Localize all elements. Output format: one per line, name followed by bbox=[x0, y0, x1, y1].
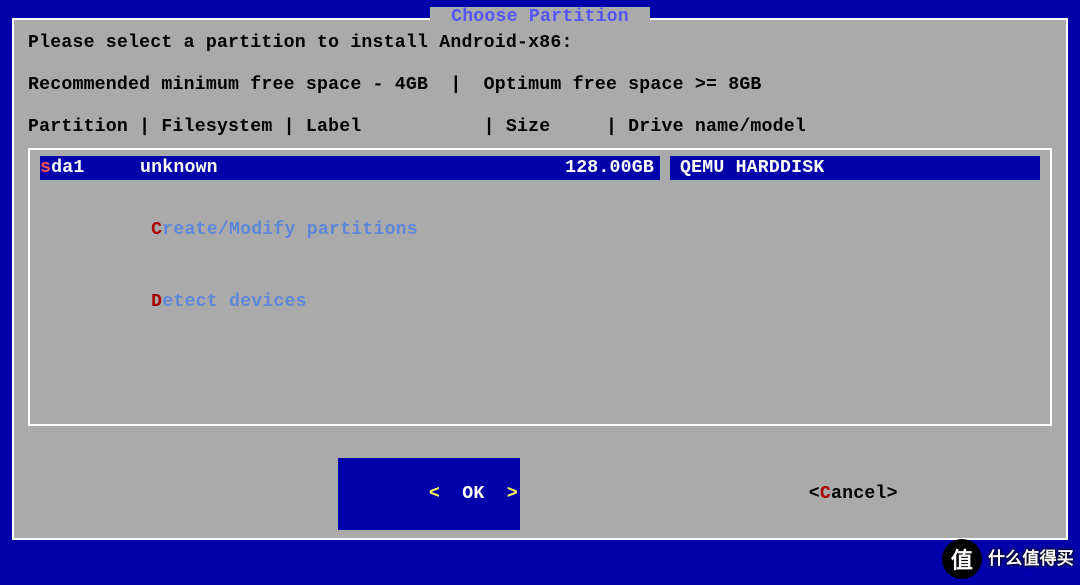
dialog-title: Choose Partition bbox=[430, 7, 650, 27]
chevron-right-icon: > bbox=[507, 484, 518, 504]
ok-button[interactable]: < OK > bbox=[338, 458, 520, 530]
partition-size: 128.00GB bbox=[555, 156, 660, 180]
chevron-left-icon: < bbox=[429, 484, 440, 504]
option-create-modify-partitions[interactable]: Create/Modify partitions bbox=[40, 194, 1040, 266]
partition-filesystem: unknown bbox=[140, 156, 555, 180]
partition-drive: QEMU HARDDISK bbox=[670, 156, 1040, 180]
partition-list: sda1 unknown 128.00GB QEMU HARDDISK Crea… bbox=[28, 148, 1052, 426]
cancel-button[interactable]: <Cancel> bbox=[720, 458, 898, 530]
prompt-text: Please select a partition to install And… bbox=[28, 32, 1052, 54]
button-bar: < OK > <Cancel> bbox=[28, 458, 1052, 530]
option-detect-devices[interactable]: Detect devices bbox=[40, 266, 1040, 338]
watermark: 值 什么值得买 bbox=[942, 539, 1074, 579]
watermark-text-1: 什么值得买 bbox=[988, 550, 1074, 568]
column-headers: Partition | Filesystem | Label | Size | … bbox=[28, 116, 1052, 138]
partition-row-sda1[interactable]: sda1 unknown 128.00GB QEMU HARDDISK bbox=[40, 156, 1040, 180]
choose-partition-dialog: Choose Partition Please select a partiti… bbox=[12, 18, 1068, 540]
space-hint-text: Recommended minimum free space - 4GB | O… bbox=[28, 74, 1052, 96]
watermark-badge-icon: 值 bbox=[942, 539, 982, 579]
